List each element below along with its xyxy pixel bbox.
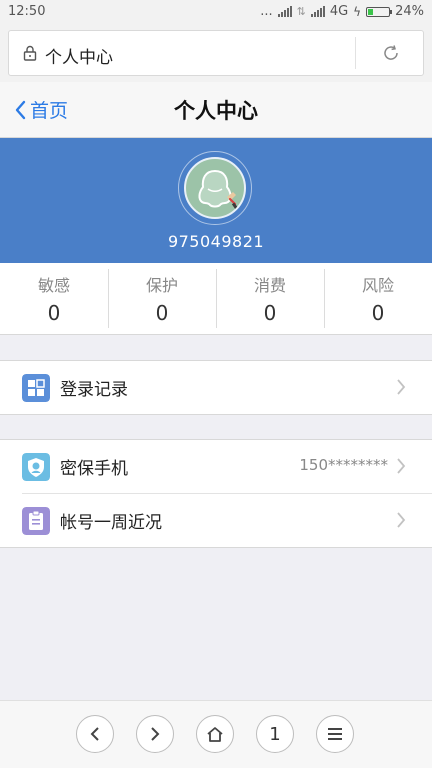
reload-icon[interactable] bbox=[381, 43, 401, 63]
stat-sensitive[interactable]: 敏感 0 bbox=[0, 263, 108, 334]
signal-icon bbox=[277, 6, 292, 17]
menu-group-security: 密保手机 150******** 帐号一周近况 bbox=[0, 439, 432, 548]
menu-button[interactable] bbox=[316, 715, 354, 753]
security-phone-value: 150******** bbox=[299, 456, 388, 474]
home-button[interactable] bbox=[196, 715, 234, 753]
data-transfer-icon: ⇅ bbox=[296, 5, 306, 18]
chevron-right-icon bbox=[151, 727, 160, 741]
stats-row: 敏感 0 保护 0 消费 0 风险 0 bbox=[0, 263, 432, 335]
stat-label: 保护 bbox=[145, 276, 178, 295]
user-id: 975049821 bbox=[167, 232, 265, 251]
penguin-avatar-icon bbox=[198, 169, 239, 211]
signal-icon-2 bbox=[310, 6, 325, 17]
page-title: 个人中心 bbox=[174, 99, 258, 123]
stat-protect[interactable]: 保护 0 bbox=[108, 263, 216, 334]
menu-icon bbox=[328, 728, 342, 740]
menu-group-login: 登录记录 bbox=[0, 360, 432, 415]
nav-header: 首页 个人中心 bbox=[0, 82, 432, 138]
profile-banner: 975049821 bbox=[0, 138, 432, 263]
avatar-ring bbox=[178, 151, 252, 225]
charging-icon: ϟ bbox=[353, 4, 362, 19]
chevron-right-icon bbox=[397, 458, 406, 474]
back-nav-button[interactable] bbox=[76, 715, 114, 753]
chevron-right-icon bbox=[397, 512, 406, 528]
stat-label: 敏感 bbox=[37, 276, 70, 295]
account-week-item[interactable]: 帐号一周近况 bbox=[22, 493, 432, 547]
account-week-label: 帐号一周近况 bbox=[60, 513, 162, 533]
battery-percent: 24% bbox=[395, 4, 424, 19]
security-phone-item[interactable]: 密保手机 150******** bbox=[0, 440, 432, 493]
battery-icon bbox=[366, 6, 393, 17]
stat-consume[interactable]: 消费 0 bbox=[216, 263, 324, 334]
shield-icon bbox=[22, 453, 50, 481]
stat-label: 消费 bbox=[253, 276, 286, 295]
tabs-button[interactable]: 1 bbox=[256, 715, 294, 753]
login-records-label: 登录记录 bbox=[60, 380, 128, 400]
avatar[interactable] bbox=[184, 157, 246, 219]
clipboard-icon bbox=[22, 507, 50, 535]
stat-value: 0 bbox=[155, 301, 169, 325]
stat-value: 0 bbox=[371, 301, 385, 325]
forward-nav-button[interactable] bbox=[136, 715, 174, 753]
browser-toolbar: 1 bbox=[0, 700, 432, 768]
status-time: 12:50 bbox=[8, 4, 46, 19]
stat-value: 0 bbox=[263, 301, 277, 325]
stat-risk[interactable]: 风险 0 bbox=[324, 263, 432, 334]
stat-label: 风险 bbox=[361, 276, 394, 295]
home-icon bbox=[207, 727, 223, 742]
status-bar: 12:50 ... ⇅ 4G ϟ 24% bbox=[0, 0, 432, 24]
chevron-left-icon bbox=[90, 727, 99, 741]
address-divider bbox=[355, 37, 356, 69]
stat-value: 0 bbox=[47, 301, 61, 325]
address-title: 个人中心 bbox=[45, 48, 113, 68]
login-records-item[interactable]: 登录记录 bbox=[0, 361, 432, 414]
browser-address-area: 个人中心 bbox=[0, 24, 432, 82]
chevron-right-icon bbox=[397, 379, 406, 395]
grid-icon bbox=[22, 374, 50, 402]
network-type: 4G bbox=[329, 4, 349, 19]
status-indicators: ... ⇅ 4G ϟ 24% bbox=[260, 4, 424, 19]
address-bar[interactable]: 个人中心 bbox=[8, 30, 424, 76]
lock-icon bbox=[23, 45, 37, 61]
status-dots: ... bbox=[260, 4, 273, 19]
security-phone-label: 密保手机 bbox=[60, 459, 128, 479]
